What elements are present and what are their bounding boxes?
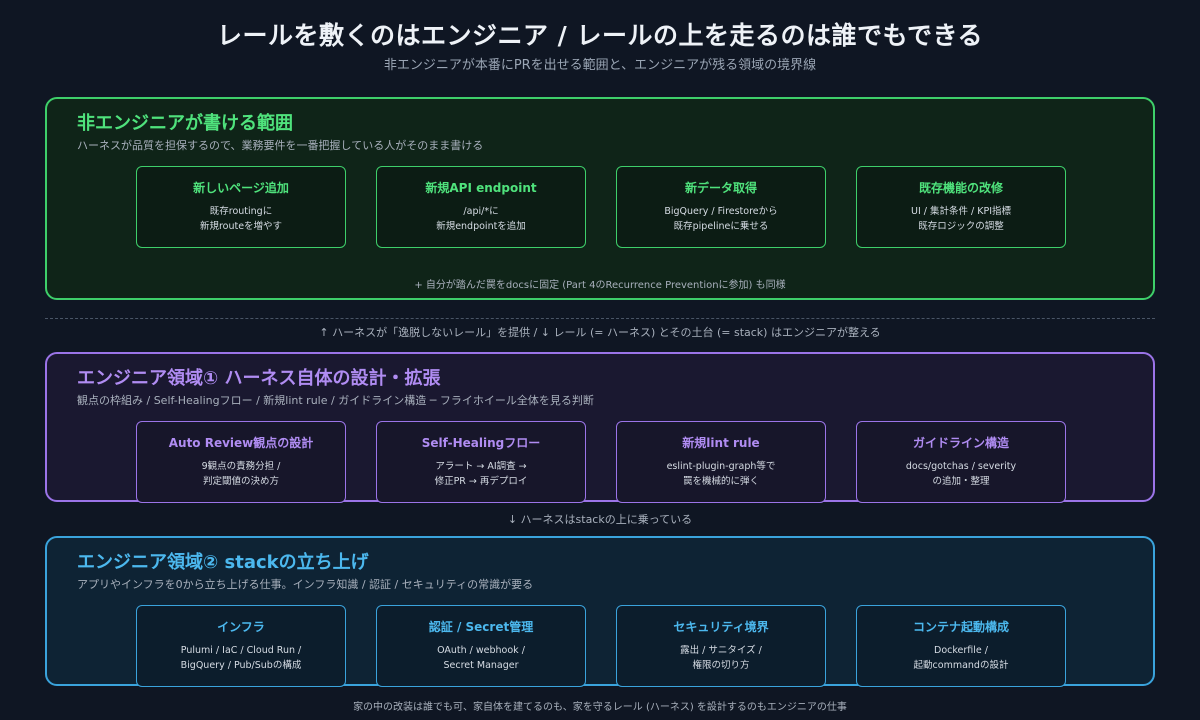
card-line: 起動commandの設計 xyxy=(913,660,1009,671)
card-title: Self-Healingフロー xyxy=(421,436,541,450)
card-infra: インフラ Pulumi / IaC / Cloud Run / BigQuery… xyxy=(136,605,346,687)
card-new-page: 新しいページ追加 既存routingに 新規routeを増やす xyxy=(136,166,346,248)
section-title: エンジニア領域② stackの立ち上げ xyxy=(77,552,369,573)
section-description: 観点の枠組み / Self-Healingフロー / 新規lint rule /… xyxy=(77,394,594,407)
card-title: ガイドライン構造 xyxy=(912,436,1009,450)
card-line: Secret Manager xyxy=(443,660,519,671)
card-line: BigQuery / Pub/Subの構成 xyxy=(180,660,302,671)
card-title: 認証 / Secret管理 xyxy=(428,620,534,634)
section-description: ハーネスが品質を担保するので、業務要件を一番把握している人がそのまま書ける xyxy=(77,139,484,152)
card-line: アラート → AI調査 → xyxy=(435,461,527,472)
card-line: Dockerfile / xyxy=(934,645,988,656)
card-modify-existing: 既存機能の改修 UI / 集計条件 / KPI指標 既存ロジックの調整 xyxy=(856,166,1066,248)
connector-text-2: ↓ ハーネスはstackの上に乗っている xyxy=(507,513,693,526)
card-security-boundary: セキュリティ境界 露出 / サニタイズ / 権限の切り方 xyxy=(616,605,826,687)
card-title: 既存機能の改修 xyxy=(918,181,1003,195)
engineer-harness-section: エンジニア領域① ハーネス自体の設計・拡張 観点の枠組み / Self-Heal… xyxy=(45,352,1155,503)
card-line: docs/gotchas / severity xyxy=(905,461,1017,472)
card-line: /api/*に xyxy=(463,206,499,217)
card-new-api: 新規API endpoint /api/*に 新規endpointを追加 xyxy=(376,166,586,248)
non-engineer-section: 非エンジニアが書ける範囲 ハーネスが品質を担保するので、業務要件を一番把握してい… xyxy=(45,97,1155,300)
card-line: OAuth / webhook / xyxy=(437,645,525,656)
card-line: eslint-plugin-graph等で xyxy=(666,461,776,472)
card-line: 新規endpointを追加 xyxy=(436,221,526,232)
card-title: 新データ取得 xyxy=(684,181,757,195)
card-title: 新規API endpoint xyxy=(425,181,537,195)
section-note: + 自分が踏んだ罠をdocsに固定 (Part 4のRecurrence Pre… xyxy=(414,280,786,291)
card-title: セキュリティ境界 xyxy=(673,620,769,634)
section-title: 非エンジニアが書ける範囲 xyxy=(77,113,293,134)
card-line: 既存ロジックの調整 xyxy=(918,221,1004,232)
footer-note: 家の中の改装は誰でも可、家自体を建てるのも、家を守るレール (ハーネス) を設計… xyxy=(353,702,847,713)
card-line: 既存pipelineに乗せる xyxy=(673,221,769,232)
card-line: Pulumi / IaC / Cloud Run / xyxy=(180,645,302,656)
card-line: 罠を機械的に弾く xyxy=(682,476,759,487)
connector-text-1: ↑ ハーネスが「逸脱しないレール」を提供 / ↓ レール (= ハーネス) とそ… xyxy=(319,326,881,339)
card-self-healing: Self-Healingフロー アラート → AI調査 → 修正PR → 再デプ… xyxy=(376,421,586,503)
card-container-startup: コンテナ起動構成 Dockerfile / 起動commandの設計 xyxy=(856,605,1066,687)
card-line: 判定閾値の決め方 xyxy=(202,476,279,487)
engineer-stack-section: エンジニア領域② stackの立ち上げ アプリやインフラを0から立ち上げる仕事。… xyxy=(45,536,1155,687)
card-lint-rule: 新規lint rule eslint-plugin-graph等で 罠を機械的に… xyxy=(616,421,826,503)
card-title: 新しいページ追加 xyxy=(193,181,289,195)
section-title: エンジニア領域① ハーネス自体の設計・拡張 xyxy=(77,368,441,389)
card-line: BigQuery / Firestoreから xyxy=(664,206,778,217)
card-line: 9観点の責務分担 / xyxy=(201,461,281,472)
card-title: Auto Review観点の設計 xyxy=(168,436,314,450)
card-auth-secret: 認証 / Secret管理 OAuth / webhook / Secret M… xyxy=(376,605,586,687)
card-line: の追加・整理 xyxy=(932,476,990,487)
card-line: 露出 / サニタイズ / xyxy=(680,645,762,656)
card-guideline: ガイドライン構造 docs/gotchas / severity の追加・整理 xyxy=(856,421,1066,503)
page-title: レールを敷くのはエンジニア / レールの上を走るのは誰でもできる xyxy=(216,21,984,50)
card-line: UI / 集計条件 / KPI指標 xyxy=(911,206,1011,217)
section-description: アプリやインフラを0から立ち上げる仕事。インフラ知識 / 認証 / セキュリティ… xyxy=(77,578,534,591)
card-line: 修正PR → 再デプロイ xyxy=(434,476,528,487)
page-subtitle: 非エンジニアが本番にPRを出せる範囲と、エンジニアが残る領域の境界線 xyxy=(383,58,817,73)
card-line: 新規routeを増やす xyxy=(199,221,283,232)
card-line: 既存routingに xyxy=(209,206,273,217)
card-line: 権限の切り方 xyxy=(692,660,750,671)
card-title: 新規lint rule xyxy=(682,436,760,450)
card-title: コンテナ起動構成 xyxy=(912,620,1009,634)
card-title: インフラ xyxy=(217,620,265,634)
dashed-divider xyxy=(45,318,1155,319)
card-new-data: 新データ取得 BigQuery / Firestoreから 既存pipeline… xyxy=(616,166,826,248)
card-auto-review: Auto Review観点の設計 9観点の責務分担 / 判定閾値の決め方 xyxy=(136,421,346,503)
